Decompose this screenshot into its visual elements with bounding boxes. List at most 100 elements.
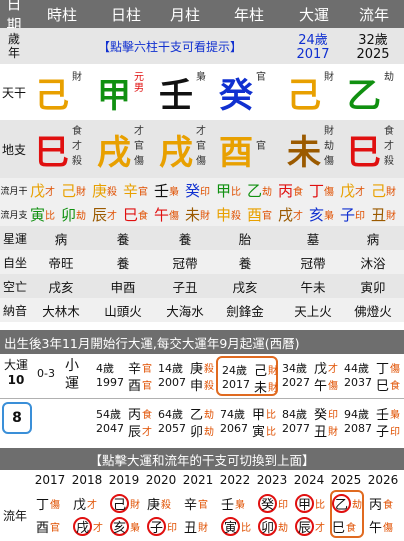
liuyue_zhi-god-2: 才 [107,210,118,222]
tiangan-stem-1[interactable]: 甲 [94,70,134,116]
liunian-gan-7[interactable]: 甲比 [295,492,329,514]
liuyue_gan-item-5[interactable]: 癸印 [185,180,216,200]
dayun-period-1-4[interactable]: 44歲 2037 丁傷巳食 [340,356,402,396]
liuyue_zhi-item-5[interactable]: 未財 [185,204,216,224]
dayun-zhi[interactable]: 卯 [190,421,203,440]
dayun-count: 10 [7,373,25,387]
liunian-gan-0[interactable]: 丁傷 [36,492,70,514]
liuyue_zhi-item-6[interactable]: 申殺 [216,204,247,224]
liuyue_gan-item-0[interactable]: 戊才 [30,180,61,200]
hint-link[interactable]: 【點擊六柱干支可看提示】 [60,28,280,64]
dayun-zhi[interactable]: 寅 [252,421,265,440]
liuyue_gan-item-3[interactable]: 辛官 [123,180,154,200]
liuyue_gan-item-1[interactable]: 己財 [61,180,92,200]
liuyue_gan-item-11[interactable]: 己財 [371,180,402,200]
liunian-gan-3[interactable]: 庚殺 [147,492,181,514]
dayun-year: 2027 [282,376,310,389]
liuyue_zhi-god-4: 傷 [169,210,180,222]
dayun-period-1-1[interactable]: 14歲 2007 庚殺申殺 [154,356,216,396]
liunian-zhi-7[interactable]: 辰才 [295,515,329,537]
dizhi-branch-3[interactable]: 酉 [216,126,256,173]
liunian-gan-char-3: 庚 [147,497,161,513]
tiangan-stem-3[interactable]: 癸 [216,70,256,116]
liuyue_zhi-item-3[interactable]: 巳食 [123,204,154,224]
liuyue_gan-item-10[interactable]: 戊才 [340,180,371,200]
dayun-period-2-3[interactable]: 84歲 2077 癸印丑財 [278,402,340,442]
liuyue_zhi-item-1[interactable]: 卯劫 [61,204,92,224]
dayun-period-1-3[interactable]: 34歲 2027 戊才午傷 [278,356,340,396]
dayun-zhi[interactable]: 申 [190,375,203,394]
tiangan-stem-5[interactable]: 乙 [344,70,384,116]
liuyue_zhi-item-9[interactable]: 亥梟 [309,204,340,224]
liuyue_zhi-item-10[interactable]: 子印 [340,204,371,224]
dayun-zhi[interactable]: 酉 [128,375,141,394]
liunian-gan-2[interactable]: 己財 [110,492,144,514]
liuyue_gan-char-0: 戊 [30,181,46,200]
liunian-zhi-char-1: 戌 [73,516,92,536]
tiangan-stem-2[interactable]: 壬 [156,70,196,116]
dayun-year: 2037 [344,376,372,389]
dizhi-branch-0[interactable]: 巳 [32,126,72,173]
liunian-zhi-9[interactable]: 午傷 [369,515,403,537]
dayun-zhi-god: 食 [390,381,400,392]
dayun-zhi[interactable]: 巳 [376,375,389,394]
dayun-period-1-0[interactable]: 4歲 1997 辛官酉官 [92,356,154,396]
liuyue_zhi-char-8: 戌 [278,205,294,224]
liunian-gan-1[interactable]: 戊才 [73,492,107,514]
dayun-period-2-1[interactable]: 64歲 2057 乙劫卯劫 [154,402,216,442]
tiangan-stem-4[interactable]: 己 [284,70,324,116]
dizhi-hidden-god-4-1: 劫 [324,141,334,152]
liunian-gan-5[interactable]: 壬梟 [221,492,255,514]
liuyue_zhi-item-8[interactable]: 戌才 [278,204,309,224]
liunian-zhi-2[interactable]: 亥梟 [110,515,144,537]
liunian-gan-9[interactable]: 丙食 [369,492,403,514]
liuyue_gan-item-6[interactable]: 甲比 [216,180,247,200]
liunian-gan-6[interactable]: 癸印 [258,492,292,514]
liunian-zhi-1[interactable]: 戌才 [73,515,107,537]
xingyun-value-3: 胎 [238,231,252,247]
liuyue_gan-item-2[interactable]: 庚殺 [92,180,123,200]
liunian-zhi-0[interactable]: 酉官 [36,515,70,537]
liunian-zhi-3[interactable]: 子印 [147,515,181,537]
dayun-zhi-god: 殺 [204,381,214,392]
liunian-age: 32歲 [358,32,388,48]
dayun-period-2-4[interactable]: 94歲 2087 壬梟子印 [340,402,402,442]
zizuo-value-2: 冠帶 [172,255,198,271]
liunian-gan-char-6: 癸 [258,493,277,513]
dizhi-branch-4[interactable]: 未 [284,126,324,173]
header-col-3: 月柱 [169,5,200,24]
dayun-year: 2047 [96,422,124,435]
liunian-zhi-6[interactable]: 卯劫 [258,515,292,537]
liuyue_gan-char-2: 庚 [92,181,108,200]
dayun-period-2-2[interactable]: 74歲 2067 甲比寅比 [216,402,278,442]
liunian-gan-4[interactable]: 辛官 [184,492,218,514]
dizhi-branch-5[interactable]: 巳 [344,126,384,173]
header-col-4: 年柱 [233,5,264,24]
dayun-period-2-0[interactable]: 54歲 2047 丙食辰才 [92,402,154,442]
dayun-period-1-2[interactable]: 24歲 2017 己財未財 [216,356,278,396]
current-dayun-index[interactable]: 8 [2,402,32,434]
liuyue_zhi-item-11[interactable]: 丑財 [371,204,402,224]
liuyue_gan-item-4[interactable]: 壬梟 [154,180,185,200]
dizhi-branch-2[interactable]: 戌 [156,126,196,173]
dayun-zhi[interactable]: 未 [254,377,267,396]
dayun-zhi[interactable]: 子 [376,421,389,440]
dizhi-branch-1[interactable]: 戌 [94,126,134,173]
zizuo-value-5: 沐浴 [360,255,386,271]
liunian-zhi-5[interactable]: 寅比 [221,515,255,537]
liuyue_gan-item-9[interactable]: 丁傷 [309,180,340,200]
dayun-zhi[interactable]: 丑 [314,421,327,440]
dayun-zhi[interactable]: 午 [314,375,327,394]
tiangan-stem-0[interactable]: 己 [32,70,72,116]
liuyue_zhi-item-4[interactable]: 午傷 [154,204,185,224]
liuyue_gan-item-7[interactable]: 乙劫 [247,180,278,200]
dayun-zhi[interactable]: 辰 [128,421,141,440]
liuyue_zhi-item-0[interactable]: 寅比 [30,204,61,224]
liuyue_zhi-item-2[interactable]: 辰才 [92,204,123,224]
liuyue_zhi-char-4: 午 [154,205,170,224]
liuyue_gan-char-9: 丁 [309,181,325,200]
liunian-zhi-4[interactable]: 丑財 [184,515,218,537]
liuyue_zhi-item-7[interactable]: 酉官 [247,204,278,224]
liuyue_gan-item-8[interactable]: 丙食 [278,180,309,200]
xiaoyun-label[interactable]: 小 運 [60,356,84,394]
